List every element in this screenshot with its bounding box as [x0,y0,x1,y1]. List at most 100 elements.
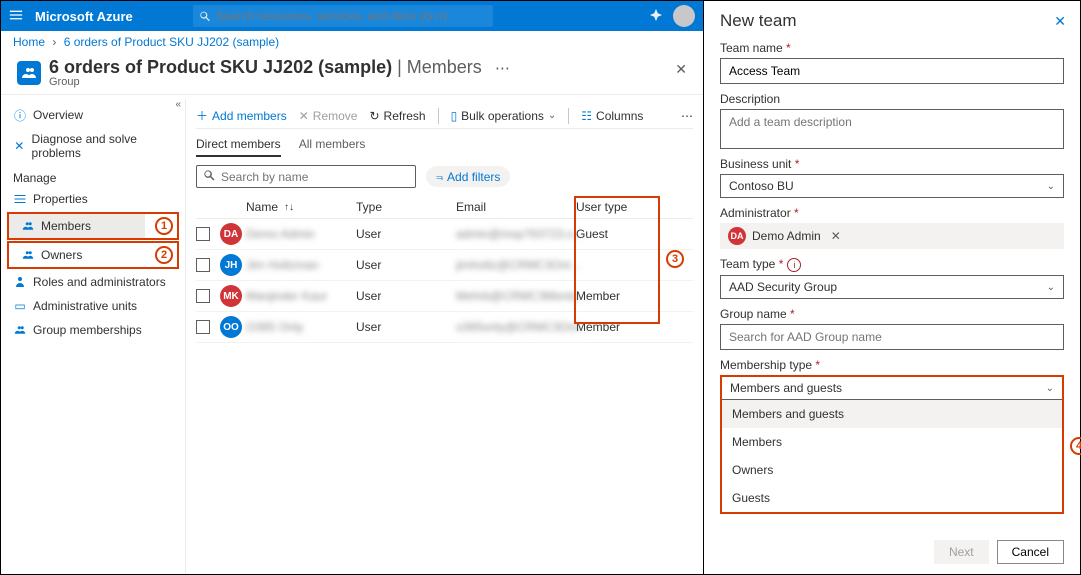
sidebar-section-manage: Manage [1,165,185,187]
callout-1: 1 [155,217,173,235]
command-bar: ＋ Add members ✕ Remove ↻ Refresh ▯ Bulk … [196,103,693,129]
dropdown-option[interactable]: Owners [722,456,1062,484]
cancel-button[interactable]: Cancel [997,540,1064,564]
panel-title: New team [720,11,1064,33]
col-email[interactable]: Email [456,200,576,214]
chevron-down-icon: ⌄ [1047,181,1055,192]
admin-units-icon: ▭ [13,299,27,313]
cell-email: o365only@CRMC3Onl… [456,320,576,334]
membership-dropdown: Members and guests Members Owners Guests [722,400,1062,512]
remove-button[interactable]: ✕ Remove [299,109,358,123]
row-checkbox[interactable] [196,227,210,241]
col-type[interactable]: Type [356,200,456,214]
col-name[interactable]: Name↑↓ [246,200,356,214]
document-icon: ▯ [451,109,458,123]
chevron-down-icon: ⌄ [548,110,556,121]
sidebar-item-diagnose[interactable]: ✕ Diagnose and solve problems [1,127,185,165]
row-checkbox[interactable] [196,289,210,303]
administrator-chip[interactable]: DA Demo Admin ✕ [720,223,1064,249]
sidebar-item-overview[interactable]: ⓘ Overview [1,103,185,127]
group-memberships-icon [13,323,27,337]
sidebar-item-properties[interactable]: Properties [1,187,185,211]
search-by-name-input[interactable] [196,165,416,188]
cell-email: Mehrb@CRMC3Ments… [456,289,576,303]
sidebar-item-members[interactable]: Members [9,214,145,238]
user-avatar-icon: JH [220,254,242,276]
user-avatar-icon: DA [220,223,242,245]
cell-name: Demo Admin [246,227,356,241]
administrator-label: Administrator * [720,206,1064,220]
next-button[interactable]: Next [934,540,989,564]
refresh-button[interactable]: ↻ Refresh [369,109,425,123]
business-unit-label: Business unit * [720,157,1064,171]
add-members-button[interactable]: ＋ Add members [196,107,287,124]
group-name-label: Group name * [720,307,1064,321]
properties-icon [13,192,27,206]
sidebar-item-admin-units[interactable]: ▭ Administrative units [1,294,185,318]
search-field[interactable] [221,170,409,184]
hamburger-menu-icon[interactable] [9,8,25,25]
plus-icon: ＋ [196,107,208,124]
cell-email: admin@msp763723.o… [456,227,576,241]
tab-direct-members[interactable]: Direct members [196,137,281,157]
user-avatar-icon: OO [220,316,242,338]
global-search-field[interactable] [216,9,487,23]
close-panel-button[interactable]: ✕ [1054,13,1066,30]
team-type-select[interactable]: AAD Security Group ⌄ [720,275,1064,299]
cell-name: Jim Holtzman [246,258,356,272]
row-checkbox[interactable] [196,320,210,334]
cell-type: User [356,320,456,334]
membership-type-label: Membership type * [720,358,1064,372]
copilot-icon[interactable] [649,8,663,25]
dropdown-option[interactable]: Members [722,428,1062,456]
remove-icon: ✕ [299,109,309,123]
team-type-label: Team type *i [720,257,1064,272]
remove-chip-icon[interactable]: ✕ [831,229,841,243]
group-name-input[interactable] [720,324,1064,350]
breadcrumb: Home › 6 orders of Product SKU JJ202 (sa… [1,31,703,53]
cell-type: User [356,258,456,272]
cell-type: User [356,289,456,303]
dropdown-option[interactable]: Members and guests [722,400,1062,428]
collapse-sidebar-icon[interactable]: « [175,99,181,110]
group-icon [17,61,41,85]
columns-icon: ☷ [581,109,592,123]
columns-button[interactable]: ☷ Columns [581,109,643,123]
info-icon[interactable]: i [787,258,801,272]
title-more-icon[interactable]: ⋯ [495,60,510,77]
roles-icon [13,275,27,289]
callout-2: 2 [155,246,173,264]
bulk-operations-button[interactable]: ▯ Bulk operations ⌄ [451,109,557,123]
add-filters-button[interactable]: ⫬ Add filters [426,166,510,187]
sidebar-item-group-memberships[interactable]: Group memberships [1,318,185,342]
filter-icon: ⫬ [436,169,443,184]
description-input[interactable] [720,109,1064,149]
dropdown-option[interactable]: Guests [722,484,1062,512]
global-search-input[interactable] [193,5,493,27]
breadcrumb-page[interactable]: 6 orders of Product SKU JJ202 (sample) [64,35,279,49]
team-name-label: Team name * [720,41,1064,55]
user-avatar[interactable] [673,5,695,27]
cell-name: Manjinder Kaur [246,289,356,303]
membership-type-select[interactable]: Members and guests ⌄ [722,377,1062,400]
business-unit-select[interactable]: Contoso BU ⌄ [720,174,1064,198]
brand-label: Microsoft Azure [35,9,133,24]
more-commands-button[interactable]: ⋯ [681,109,693,123]
row-checkbox[interactable] [196,258,210,272]
sidebar-item-owners[interactable]: Owners [9,243,145,267]
user-avatar-icon: MK [220,285,242,307]
cell-type: User [356,227,456,241]
chevron-down-icon: ⌄ [1046,383,1054,394]
sidebar-nav: « ⓘ Overview ✕ Diagnose and solve proble… [1,99,186,574]
tab-all-members[interactable]: All members [299,137,366,157]
user-type-highlight [574,196,660,324]
close-blade-button[interactable]: ✕ [675,61,687,78]
page-title: 6 orders of Product SKU JJ202 (sample) |… [49,57,510,78]
description-label: Description [720,92,1064,106]
sidebar-item-roles[interactable]: Roles and administrators [1,270,185,294]
team-name-input[interactable] [720,58,1064,84]
search-icon [203,169,215,184]
breadcrumb-home[interactable]: Home [13,35,45,49]
owners-icon [21,248,35,262]
cell-email: jimholtz@CRMC3Onl… [456,258,576,272]
